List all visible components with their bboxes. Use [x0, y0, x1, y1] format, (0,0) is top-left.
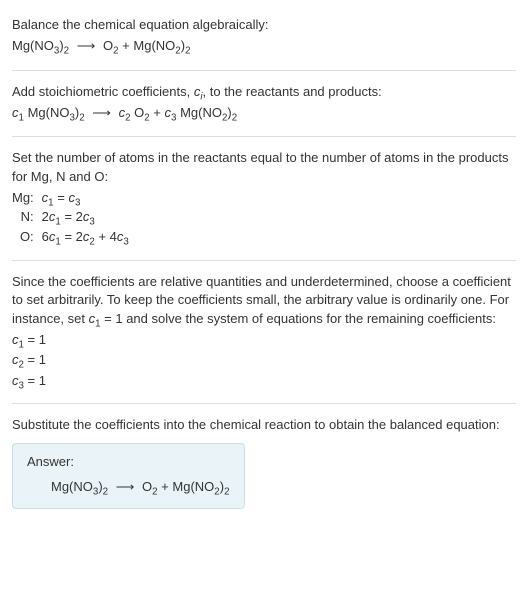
solution-c2: c2 = 1 — [12, 350, 516, 370]
instruction-atoms: Set the number of atoms in the reactants… — [12, 149, 516, 185]
reactant-mgno3-coef: Mg(NO3)2 — [28, 105, 85, 120]
answer-product-o2: O2 — [142, 479, 158, 494]
answer-product-mgno2: Mg(NO2)2 — [172, 479, 229, 494]
reactant-mgno3: Mg(NO3)2 — [12, 38, 69, 53]
answer-arrow: ⟶ — [112, 479, 139, 494]
solution-c1: c1 = 1 — [12, 330, 516, 350]
section-coefficients: Add stoichiometric coefficients, ci, to … — [12, 75, 516, 133]
instruction-coefficients: Add stoichiometric coefficients, ci, to … — [12, 83, 516, 101]
section-atoms: Set the number of atoms in the reactants… — [12, 141, 516, 256]
divider — [12, 403, 516, 404]
instruction-balance: Balance the chemical equation algebraica… — [12, 16, 516, 34]
solution-c3: c3 = 1 — [12, 371, 516, 391]
section-substitute: Substitute the coefficients into the che… — [12, 408, 516, 517]
equation-coefficients: c1 Mg(NO3)2 ⟶ c2 O2 + c3 Mg(NO2)2 — [12, 103, 516, 123]
atom-label-n: N: — [12, 207, 42, 227]
section-balance: Balance the chemical equation algebraica… — [12, 8, 516, 66]
instruction-substitute: Substitute the coefficients into the che… — [12, 416, 516, 434]
answer-reactant: Mg(NO3)2 — [51, 479, 108, 494]
product-o2-coef: O2 — [134, 105, 150, 120]
atom-row-mg: Mg: c1 = c3 — [12, 188, 129, 208]
product-mgno2: Mg(NO2)2 — [133, 38, 190, 53]
answer-equation: Mg(NO3)2 ⟶ O2 + Mg(NO2)2 — [27, 477, 230, 497]
instruction-solve: Since the coefficients are relative quan… — [12, 273, 516, 328]
atom-row-n: N: 2c1 = 2c3 — [12, 207, 129, 227]
product-mgno2-coef: Mg(NO2)2 — [180, 105, 237, 120]
equation-initial: Mg(NO3)2 ⟶ O2 + Mg(NO2)2 — [12, 36, 516, 56]
atom-label-mg: Mg: — [12, 188, 42, 208]
reaction-arrow-coef: ⟶ — [88, 105, 115, 120]
reaction-arrow: ⟶ — [73, 38, 100, 53]
answer-box: Answer: Mg(NO3)2 ⟶ O2 + Mg(NO2)2 — [12, 443, 245, 510]
atom-eq-n: 2c1 = 2c3 — [42, 207, 129, 227]
atom-equations: Mg: c1 = c3 N: 2c1 = 2c3 O: 6c1 = 2c2 + … — [12, 188, 129, 247]
divider — [12, 136, 516, 137]
atom-eq-mg: c1 = c3 — [42, 188, 129, 208]
answer-label: Answer: — [27, 454, 230, 469]
section-solve: Since the coefficients are relative quan… — [12, 265, 516, 399]
product-o2: O2 — [103, 38, 119, 53]
atom-label-o: O: — [12, 227, 42, 247]
atom-eq-o: 6c1 = 2c2 + 4c3 — [42, 227, 129, 247]
divider — [12, 70, 516, 71]
atom-row-o: O: 6c1 = 2c2 + 4c3 — [12, 227, 129, 247]
divider — [12, 260, 516, 261]
